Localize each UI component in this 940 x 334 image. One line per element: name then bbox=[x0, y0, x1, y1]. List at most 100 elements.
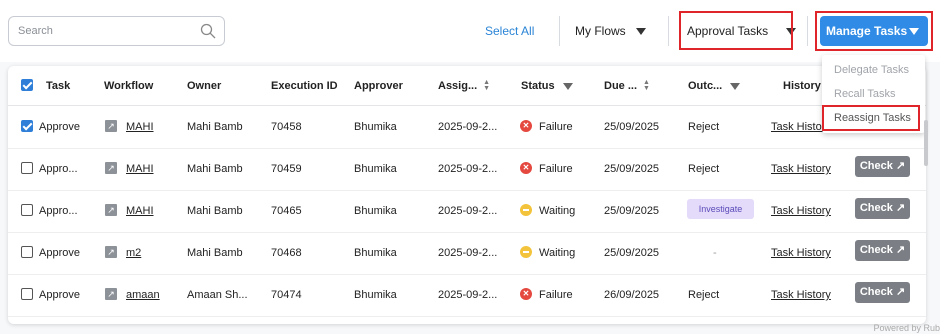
status-cell: Failure bbox=[539, 121, 573, 133]
filter-icon[interactable] bbox=[562, 82, 573, 90]
scrollbar[interactable] bbox=[924, 120, 928, 166]
divider bbox=[807, 16, 808, 46]
my-flows-dropdown[interactable]: My Flows bbox=[575, 24, 646, 38]
select-all-link[interactable]: Select All bbox=[485, 24, 534, 38]
arrow-up-right-icon: ↗ bbox=[895, 286, 906, 298]
owner-cell: Mahi Bamb bbox=[187, 247, 243, 259]
select-all-checkbox[interactable] bbox=[21, 79, 33, 91]
check-button[interactable]: Check ↗ bbox=[855, 156, 910, 177]
external-link-icon[interactable]: ↗ bbox=[105, 120, 117, 132]
failure-icon: ✕ bbox=[520, 288, 532, 300]
external-link-icon[interactable]: ↗ bbox=[105, 162, 117, 174]
highlight-box-reassign bbox=[822, 105, 920, 131]
table-row: Approve ↗ amaan Amaan Sh... 70474 Bhumik… bbox=[8, 275, 926, 317]
assigned-cell: 2025-09-2... bbox=[438, 205, 498, 217]
sort-icon[interactable]: ▲ ▼ bbox=[483, 79, 490, 92]
sort-icon[interactable]: ▲ ▼ bbox=[643, 79, 650, 92]
task-cell: Approve bbox=[39, 247, 80, 259]
outcome-badge: Investigate bbox=[687, 199, 754, 219]
external-link-icon[interactable]: ↗ bbox=[105, 204, 117, 216]
workflow-link[interactable]: MAHI bbox=[126, 163, 154, 175]
highlight-box-approval bbox=[679, 11, 793, 50]
arrow-up-right-icon: ↗ bbox=[895, 244, 906, 256]
header-assigned[interactable]: Assig... ▲ ▼ bbox=[438, 79, 490, 92]
approver-cell: Bhumika bbox=[354, 247, 397, 259]
row-checkbox[interactable] bbox=[21, 204, 33, 216]
check-button[interactable]: Check ↗ bbox=[855, 198, 910, 219]
table-header: Task Workflow Owner Execution ID Approve… bbox=[8, 66, 926, 106]
external-link-icon[interactable]: ↗ bbox=[105, 288, 117, 300]
header-owner: Owner bbox=[187, 80, 222, 92]
search-input[interactable] bbox=[9, 17, 189, 45]
owner-cell: Mahi Bamb bbox=[187, 205, 243, 217]
check-label: Check bbox=[859, 160, 893, 172]
status-cell: Waiting bbox=[539, 247, 576, 259]
check-label: Check bbox=[859, 244, 893, 256]
approver-cell: Bhumika bbox=[354, 163, 397, 175]
workflow-link[interactable]: MAHI bbox=[126, 205, 154, 217]
divider bbox=[559, 16, 560, 46]
table-row: Appro... ↗ MAHI Mahi Bamb 70465 Bhumika … bbox=[8, 191, 926, 233]
execution-id-cell: 70468 bbox=[271, 247, 302, 259]
header-workflow: Workflow bbox=[104, 80, 154, 92]
approver-cell: Bhumika bbox=[354, 205, 397, 217]
menu-item-delegate[interactable]: Delegate Tasks bbox=[834, 64, 909, 76]
header-outcome[interactable]: Outc... bbox=[688, 80, 741, 92]
header-status[interactable]: Status bbox=[521, 80, 573, 92]
header-due[interactable]: Due ... ▲ ▼ bbox=[604, 79, 650, 92]
search-icon[interactable] bbox=[200, 23, 216, 39]
menu-item-recall[interactable]: Recall Tasks bbox=[834, 88, 896, 100]
row-checkbox[interactable] bbox=[21, 288, 33, 300]
assigned-cell: 2025-09-2... bbox=[438, 163, 498, 175]
workflow-link[interactable]: m2 bbox=[126, 247, 141, 259]
approver-cell: Bhumika bbox=[354, 289, 397, 301]
assigned-cell: 2025-09-2... bbox=[438, 121, 498, 133]
status-cell: Failure bbox=[539, 289, 573, 301]
filter-icon[interactable] bbox=[730, 82, 741, 90]
search-box[interactable] bbox=[8, 16, 225, 46]
check-label: Check bbox=[859, 202, 893, 214]
outcome-cell: Reject bbox=[688, 289, 720, 301]
failure-icon: ✕ bbox=[520, 162, 532, 174]
waiting-icon bbox=[520, 246, 532, 258]
header-execution-id: Execution ID bbox=[271, 80, 338, 92]
workflow-link[interactable]: amaan bbox=[126, 289, 160, 301]
execution-id-cell: 70465 bbox=[271, 205, 302, 217]
footer-text: Powered by Rub bbox=[873, 323, 940, 333]
header-approver: Approver bbox=[354, 80, 403, 92]
arrow-up-right-icon: ↗ bbox=[895, 202, 906, 214]
tasks-table: Task Workflow Owner Execution ID Approve… bbox=[8, 66, 926, 324]
execution-id-cell: 70458 bbox=[271, 121, 302, 133]
divider bbox=[668, 16, 669, 46]
status-cell: Failure bbox=[539, 163, 573, 175]
task-history-link[interactable]: Task History bbox=[771, 289, 831, 301]
header-history: History bbox=[783, 80, 821, 92]
task-history-link[interactable]: Task History bbox=[771, 247, 831, 259]
approver-cell: Bhumika bbox=[354, 121, 397, 133]
table-row: Approve ↗ m2 Mahi Bamb 70468 Bhumika 202… bbox=[8, 233, 926, 275]
table-row: Approve ↗ MAHI Mahi Bamb 70458 Bhumika 2… bbox=[8, 107, 926, 149]
header-assigned-label: Assig... bbox=[438, 80, 478, 92]
row-checkbox[interactable] bbox=[21, 120, 33, 132]
check-label: Check bbox=[859, 286, 893, 298]
check-button[interactable]: Check ↗ bbox=[855, 240, 910, 261]
arrow-up-right-icon: ↗ bbox=[895, 160, 906, 172]
task-cell: Appro... bbox=[39, 163, 78, 175]
row-checkbox[interactable] bbox=[21, 162, 33, 174]
header-due-label: Due ... bbox=[604, 80, 638, 92]
row-checkbox[interactable] bbox=[21, 246, 33, 258]
task-cell: Appro... bbox=[39, 205, 78, 217]
header-status-label: Status bbox=[521, 80, 555, 92]
check-button[interactable]: Check ↗ bbox=[855, 282, 910, 303]
due-cell: 25/09/2025 bbox=[604, 247, 660, 259]
failure-icon: ✕ bbox=[520, 120, 532, 132]
task-history-link[interactable]: Task History bbox=[771, 205, 831, 217]
external-link-icon[interactable]: ↗ bbox=[105, 246, 117, 258]
task-history-link[interactable]: Task History bbox=[771, 163, 831, 175]
my-flows-label: My Flows bbox=[575, 24, 626, 38]
workflow-link[interactable]: MAHI bbox=[126, 121, 154, 133]
outcome-cell: Reject bbox=[688, 163, 720, 175]
caret-down-icon bbox=[635, 28, 646, 36]
task-cell: Approve bbox=[39, 289, 80, 301]
owner-cell: Amaan Sh... bbox=[187, 289, 248, 301]
